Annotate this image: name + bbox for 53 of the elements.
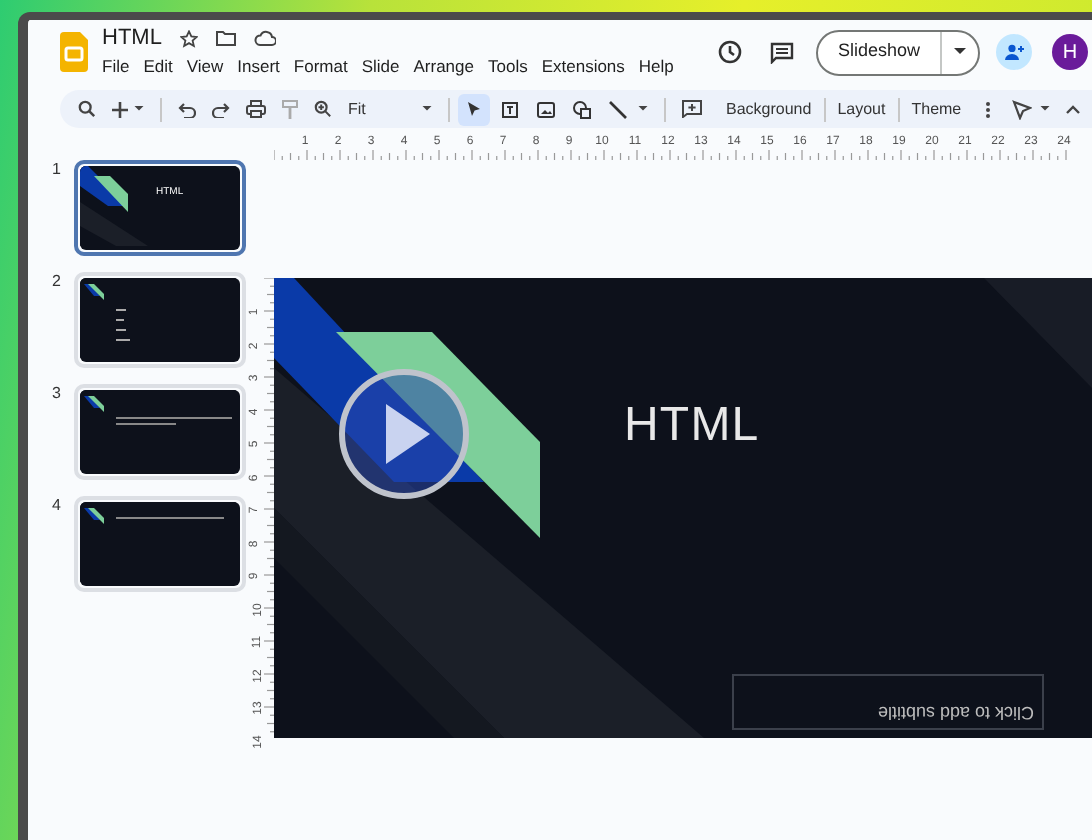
add-person-icon xyxy=(1004,44,1024,60)
slide-number: 4 xyxy=(52,498,62,514)
new-slide-icon[interactable] xyxy=(112,101,128,117)
subtitle-placeholder-box[interactable]: Click to add subtitle xyxy=(732,674,1044,730)
toolbar-button[interactable]: Theme xyxy=(903,97,970,121)
caret-icon xyxy=(954,48,966,56)
zoom-dropdown[interactable]: Fit xyxy=(348,97,432,121)
toolbar-button[interactable]: Layout xyxy=(829,97,894,121)
menu-item[interactable]: Slide xyxy=(355,57,406,75)
subtitle-placeholder: Click to add subtitle xyxy=(877,700,1034,724)
menu-item[interactable]: File xyxy=(96,57,136,75)
user-avatar[interactable]: H xyxy=(1052,34,1088,70)
caret-icon[interactable] xyxy=(134,106,144,112)
menu-item[interactable]: Insert xyxy=(231,57,286,75)
print-icon[interactable] xyxy=(246,100,266,118)
caret-icon xyxy=(422,106,432,112)
text-box-icon xyxy=(500,99,520,119)
search-icon[interactable] xyxy=(78,100,96,118)
menu-item[interactable]: Tools xyxy=(481,57,534,75)
toolbar-button[interactable]: Background xyxy=(718,97,820,121)
slide-title[interactable]: HTML xyxy=(624,402,760,450)
star-icon[interactable] xyxy=(179,29,198,47)
menu-item[interactable]: Edit xyxy=(137,57,179,75)
menu-item[interactable]: Help xyxy=(632,57,680,75)
redo-icon[interactable] xyxy=(212,101,230,117)
caret-icon[interactable] xyxy=(638,106,648,112)
zoom-icon[interactable] xyxy=(314,100,332,118)
menu-item[interactable]: Extensions xyxy=(535,57,631,75)
menu-item[interactable]: Format xyxy=(287,57,354,75)
select-arrow-icon xyxy=(464,99,484,119)
folder-icon[interactable] xyxy=(215,30,236,46)
line-icon xyxy=(608,99,628,119)
slideshow-button[interactable]: Slideshow xyxy=(817,31,942,73)
cloud-icon[interactable] xyxy=(253,30,276,46)
shapes-icon xyxy=(572,99,592,119)
slide-number: 1 xyxy=(52,162,62,178)
history-icon[interactable] xyxy=(717,40,742,64)
add-comment-icon[interactable] xyxy=(682,100,702,118)
caret-icon[interactable] xyxy=(1040,106,1050,112)
slide-number: 3 xyxy=(52,386,62,402)
document-title[interactable]: HTML xyxy=(102,27,162,49)
share-button[interactable] xyxy=(996,34,1032,70)
comment-icon[interactable] xyxy=(769,41,794,63)
pen-select-icon[interactable] xyxy=(1012,99,1032,119)
menu-item[interactable]: View xyxy=(180,57,230,75)
more-options-icon[interactable] xyxy=(985,101,990,117)
play-button-icon[interactable] xyxy=(338,368,470,500)
image-icon xyxy=(536,99,556,119)
undo-icon[interactable] xyxy=(178,101,196,117)
collapse-chevron-icon[interactable] xyxy=(1066,104,1080,114)
tool-button[interactable] xyxy=(458,93,490,125)
menu-item[interactable]: Arrange xyxy=(407,57,480,75)
slide-number: 2 xyxy=(52,274,62,290)
